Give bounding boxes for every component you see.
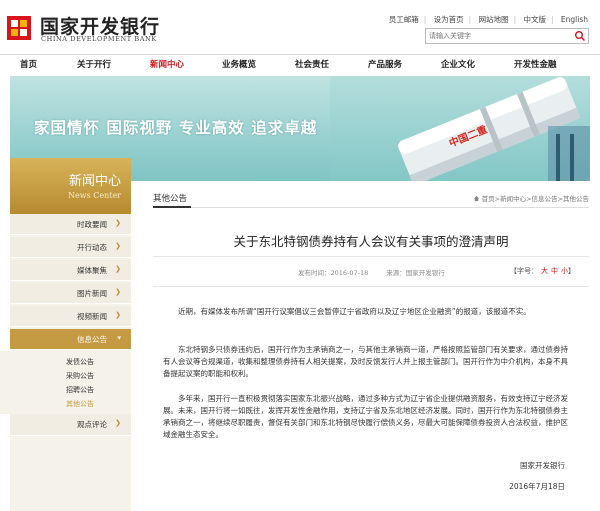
- submenu-item-recruitment[interactable]: 招聘公告: [66, 385, 94, 395]
- main-nav: 首页 关于开行 新闻中心 业务概览 社会责任 产品服务 企业文化 开发性金融: [0, 54, 600, 75]
- sidebar-item-label: 信息公告: [77, 335, 107, 344]
- article-paragraph: 多年来，国开行一直积极贯彻落实国家东北振兴战略，通过多种方式为辽宁省企业提供融资…: [163, 394, 568, 439]
- search-input[interactable]: [426, 29, 568, 43]
- sidebar-item-label: 图片新闻: [77, 289, 107, 298]
- breadcrumb: 首页>新闻中心>信息公告>其他公告: [473, 193, 589, 203]
- article-title: 关于东北特钢债券持有人会议有关事项的澄清声明: [233, 234, 509, 249]
- logo-text-en: CHINA DEVELOPMENT BANK: [41, 35, 157, 43]
- sidebar-submenu: 发债公告 采购公告 招聘公告 其他公告: [0, 351, 121, 414]
- chevron-right-icon: ❯: [115, 265, 121, 273]
- link-english[interactable]: English: [561, 15, 588, 24]
- article-date: 2016年7月18日: [509, 482, 565, 491]
- site-header: 国家开发银行 CHINA DEVELOPMENT BANK 员工邮箱 | 设为首页…: [0, 0, 600, 52]
- breadcrumb-path[interactable]: 首页>新闻中心>信息公告>其他公告: [482, 195, 589, 203]
- article-source: 来源：国家开发银行: [386, 269, 445, 277]
- divider: [153, 286, 589, 287]
- sidebar-item-label: 时政要闻: [77, 220, 107, 229]
- sidebar-item-label: 开行动态: [77, 243, 107, 252]
- sidebar-item-video-news[interactable]: 视频新闻 ❯: [10, 306, 131, 327]
- article-paragraph: 东北特钢多只债券违约后，国开行作为主承销商之一，与其他主承销商一道，严格按照监管…: [163, 345, 568, 378]
- article-paragraph: 近期，有媒体发布所谓“国开行议案倡议三会暂停辽宁省政府以及辽宁地区企业融资”的报…: [178, 307, 531, 316]
- sidebar-item-photo-news[interactable]: 图片新闻 ❯: [10, 283, 131, 304]
- link-set-homepage[interactable]: 设为首页: [434, 14, 464, 25]
- link-staff-mail[interactable]: 员工邮箱: [389, 14, 419, 25]
- sidebar-item-announcements[interactable]: 信息公告 ▾: [10, 329, 131, 350]
- font-size-large[interactable]: 大: [541, 267, 548, 275]
- submenu-item-other[interactable]: 其他公告: [66, 399, 94, 409]
- sidebar-item-label: 媒体聚焦: [77, 266, 107, 275]
- font-size-switcher: 【字号：大中小】: [510, 266, 575, 276]
- sidebar-header: 新闻中心 News Center: [10, 158, 131, 214]
- tab-divider: [153, 207, 589, 208]
- chevron-right-icon: ❯: [115, 419, 121, 427]
- banner-industrial-image: 中国二重: [330, 76, 590, 181]
- sidebar-item-bank-news[interactable]: 开行动态 ❯: [10, 237, 131, 258]
- divider: [153, 256, 589, 257]
- article-signature: 国家开发银行: [520, 461, 565, 470]
- chevron-down-icon: ▾: [117, 334, 121, 342]
- top-links: 员工邮箱 | 设为首页 | 网站地图 | 中文版 | English: [388, 14, 588, 25]
- sidebar-item-label: 视频新闻: [77, 312, 107, 321]
- sidebar-item-media-focus[interactable]: 媒体聚焦 ❯: [10, 260, 131, 281]
- cdb-logo-icon[interactable]: [7, 16, 31, 40]
- sidebar-subtitle: News Center: [67, 191, 121, 200]
- search-box: [425, 28, 589, 44]
- submenu-item-bond-announcements[interactable]: 发债公告: [66, 357, 94, 367]
- search-icon[interactable]: [574, 30, 586, 42]
- chevron-right-icon: ❯: [115, 288, 121, 296]
- submenu-item-procurement[interactable]: 采购公告: [66, 371, 94, 381]
- nav-about[interactable]: 关于开行: [77, 58, 111, 70]
- tab-other-announcements[interactable]: 其他公告: [153, 192, 187, 204]
- nav-business[interactable]: 业务概览: [222, 58, 256, 70]
- sidebar-item-label: 观点评论: [77, 420, 107, 429]
- nav-products[interactable]: 产品服务: [368, 58, 402, 70]
- font-size-label: 【字号：: [510, 267, 538, 275]
- sidebar-title: 新闻中心: [68, 174, 121, 189]
- chevron-right-icon: ❯: [115, 311, 121, 319]
- font-size-medium[interactable]: 中: [551, 267, 558, 275]
- chevron-right-icon: ❯: [115, 242, 121, 250]
- font-size-small[interactable]: 小: [561, 267, 568, 275]
- nav-home[interactable]: 首页: [20, 58, 37, 70]
- nav-news-center[interactable]: 新闻中心: [150, 58, 184, 70]
- article-panel: 其他公告 首页>新闻中心>信息公告>其他公告 关于东北特钢债券持有人会议有关事项…: [153, 186, 589, 511]
- banner-slogan: 家国情怀 国际视野 专业高效 追求卓越: [34, 119, 318, 137]
- home-icon[interactable]: [473, 195, 480, 202]
- nav-csr[interactable]: 社会责任: [295, 58, 329, 70]
- nav-dev-finance[interactable]: 开发性金融: [514, 58, 557, 70]
- chevron-right-icon: ❯: [115, 219, 121, 227]
- publish-time: 发布时间：2016-07-18: [298, 269, 369, 277]
- sidebar-item-politics-news[interactable]: 时政要闻 ❯: [10, 214, 131, 235]
- sidebar-item-commentary[interactable]: 观点评论 ❯: [10, 414, 131, 436]
- tab-active-indicator: [153, 206, 191, 208]
- nav-culture[interactable]: 企业文化: [441, 58, 475, 70]
- article-meta: 发布时间：2016-07-18 来源：国家开发银行: [298, 267, 445, 277]
- link-sitemap[interactable]: 网站地图: [479, 14, 509, 25]
- link-chinese[interactable]: 中文版: [523, 14, 546, 25]
- font-size-close: 】: [568, 267, 575, 275]
